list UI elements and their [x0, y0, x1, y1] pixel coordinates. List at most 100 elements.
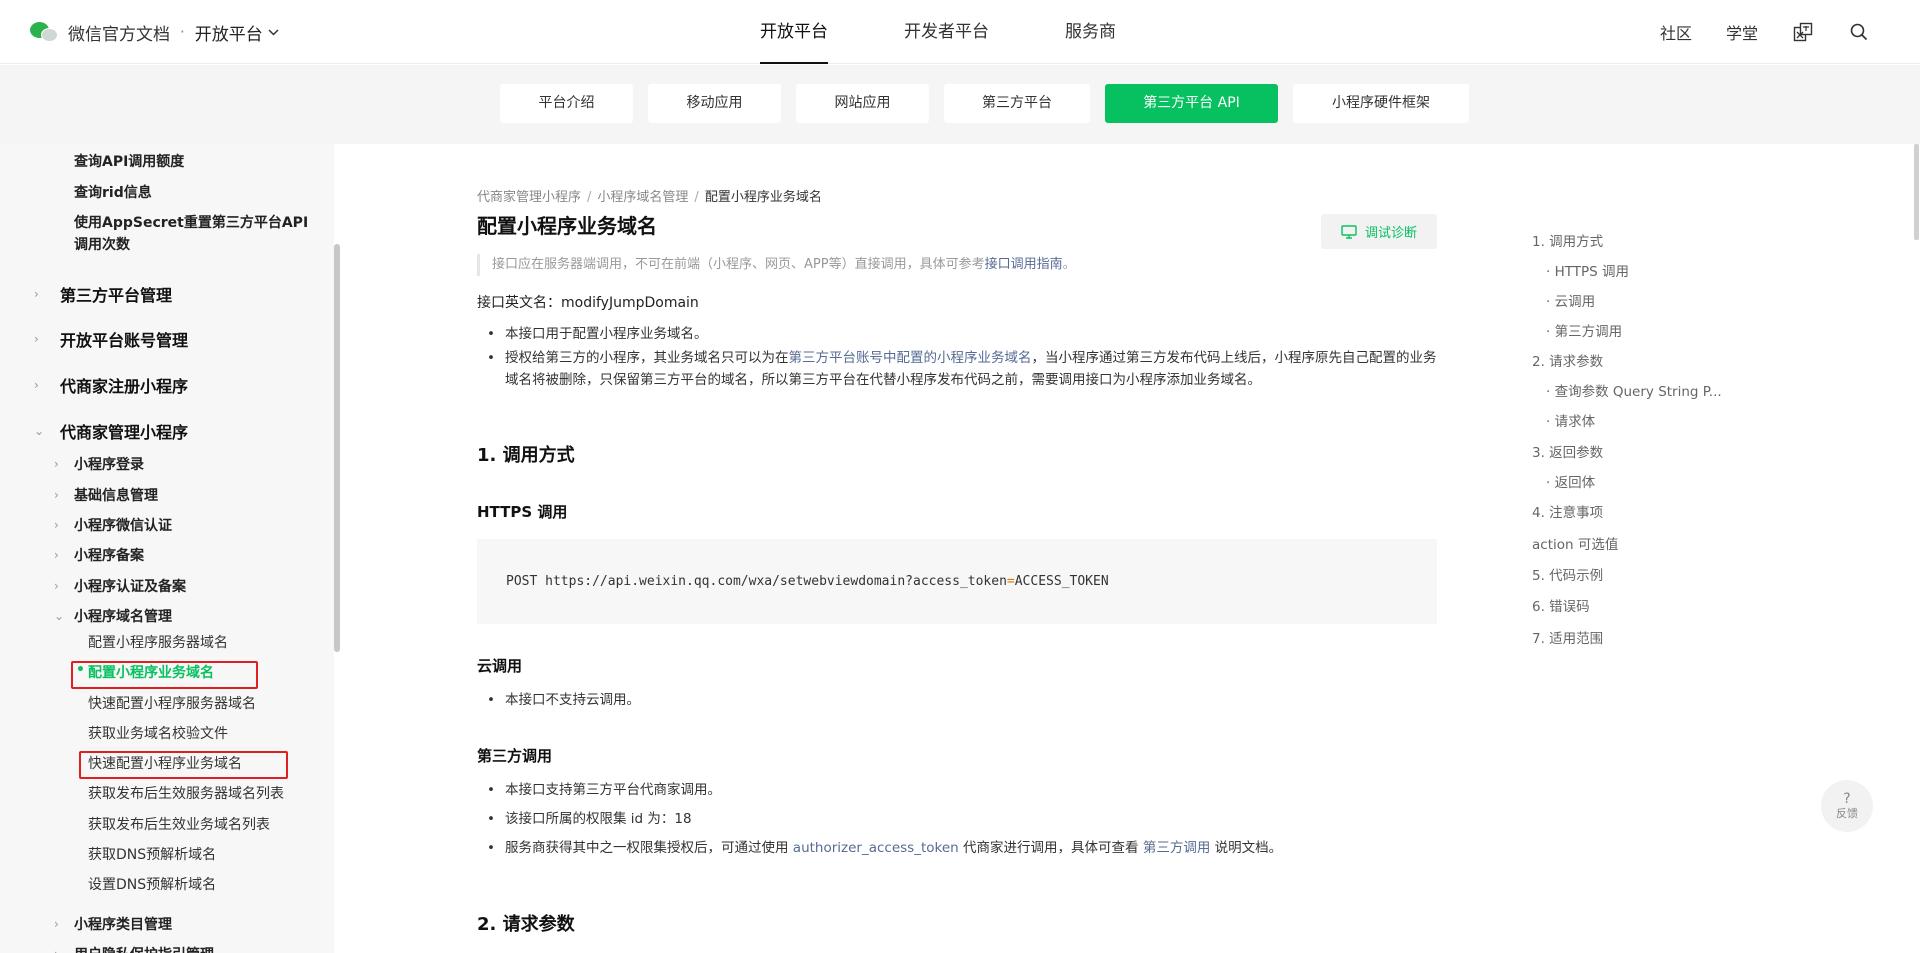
page-title: 配置小程序业务域名 [477, 214, 657, 238]
nav-open-platform[interactable]: 开放平台 [760, 0, 828, 64]
sidebar-section-manage-miniprogram[interactable]: ⌄ 代商家管理小程序 [34, 419, 188, 443]
toc-item[interactable]: 6. 错误码 [1532, 595, 1590, 615]
chevron-right-icon: › [54, 579, 59, 593]
brand-title[interactable]: 微信官方文档 [68, 20, 170, 45]
translate-icon[interactable] [1792, 21, 1814, 43]
toc-item[interactable]: · 云调用 [1546, 290, 1595, 310]
sidebar-item-effective-webview-domains[interactable]: 获取发布后生效业务域名列表 [88, 814, 270, 834]
tab-miniprogram-hardware[interactable]: 小程序硬件框架 [1293, 84, 1469, 123]
breadcrumb-item[interactable]: 代商家管理小程序 [477, 190, 581, 205]
toc-item[interactable]: · 查询参数 Query String P... [1546, 380, 1722, 400]
tab-third-party-api[interactable]: 第三方平台 API [1105, 84, 1278, 123]
toc-item[interactable]: 5. 代码示例 [1532, 564, 1603, 584]
toc-item[interactable]: 2. 请求参数 [1532, 350, 1603, 370]
breadcrumb-current: 配置小程序业务域名 [704, 190, 822, 205]
sub-label: 小程序登录 [74, 457, 144, 473]
heading-cloud-call: 云调用 [477, 657, 523, 675]
sidebar-sub-domain-mgmt[interactable]: ⌄ 小程序域名管理 [54, 606, 172, 626]
list-item-text: 服务商获得其中之一权限集授权后，可通过使用 [505, 840, 789, 856]
sidebar-item-quick-config-server-domain[interactable]: 快速配置小程序服务器域名 [88, 693, 256, 713]
toc-item[interactable]: action 可选值 [1532, 533, 1618, 553]
sidebar-sub-cert-filing[interactable]: › 小程序认证及备案 [54, 576, 186, 596]
notice-end: 。 [1062, 257, 1076, 272]
nav-developer-platform[interactable]: 开发者平台 [904, 0, 989, 64]
toc-item[interactable]: 1. 调用方式 [1532, 230, 1603, 250]
top-navbar: 微信官方文档 · 开放平台 开放平台 开发者平台 服务商 社区 学堂 [0, 0, 1920, 64]
brand[interactable]: 微信官方文档 · 开放平台 [30, 18, 279, 46]
third-party-call-link[interactable]: 第三方调用 [1143, 840, 1211, 856]
chevron-down-icon: ⌄ [54, 609, 65, 623]
list-item: 本接口支持第三方平台代商家调用。 [477, 779, 1437, 801]
sidebar-sub-login[interactable]: › 小程序登录 [54, 454, 144, 474]
sidebar-sub-wechat-cert[interactable]: › 小程序微信认证 [54, 515, 172, 535]
toc-item[interactable]: 4. 注意事项 [1532, 501, 1603, 521]
chevron-down-icon: ⌄ [34, 424, 45, 438]
toc-item[interactable]: 7. 适用范围 [1532, 627, 1603, 647]
breadcrumb-separator: / [694, 190, 699, 205]
tab-mobile-app[interactable]: 移动应用 [648, 84, 781, 123]
sidebar-item-query-rid[interactable]: 查询rid信息 [74, 182, 152, 204]
chevron-right-icon: › [54, 518, 59, 532]
left-sidebar: 查询API调用额度 查询rid信息 使用AppSecret重置第三方平台API … [0, 144, 334, 953]
tab-website-app[interactable]: 网站应用 [796, 84, 929, 123]
page-scrollbar[interactable] [1914, 144, 1919, 240]
authorizer-token-link[interactable]: authorizer_access_token [793, 840, 959, 856]
brand-separator: · [180, 23, 185, 41]
sidebar-item-config-server-domain[interactable]: 配置小程序服务器域名 [88, 632, 228, 652]
question-icon: ? [1843, 791, 1851, 807]
sub-label: 小程序类目管理 [74, 917, 172, 933]
sidebar-section-register-miniprogram[interactable]: › 代商家注册小程序 [34, 373, 188, 397]
third-party-domain-link[interactable]: 第三方平台账号中配置的小程序业务域名 [789, 350, 1032, 366]
toc-item[interactable]: · 第三方调用 [1546, 320, 1622, 340]
platform-switcher[interactable]: 开放平台 [195, 20, 279, 45]
sub-label: 小程序微信认证 [74, 518, 172, 534]
sidebar-sub-filing[interactable]: › 小程序备案 [54, 545, 144, 565]
sidebar-sub-basic-info[interactable]: › 基础信息管理 [54, 485, 158, 505]
sidebar-item-reset-api-quota-line2[interactable]: 调用次数 [74, 234, 130, 256]
nav-service-provider[interactable]: 服务商 [1065, 0, 1116, 64]
notice-text: 接口应在服务器端调用，不可在前端（小程序、网页、APP等）直接调用，具体可参考 [492, 257, 985, 272]
search-icon[interactable] [1848, 21, 1870, 43]
feedback-button[interactable]: ? 反馈 [1821, 780, 1873, 832]
nav-academy[interactable]: 学堂 [1726, 20, 1758, 44]
debug-button-label: 调试诊断 [1364, 226, 1417, 241]
list-item: 授权给第三方的小程序，其业务域名只可以为在第三方平台账号中配置的小程序业务域名，… [477, 347, 1437, 391]
nav-community[interactable]: 社区 [1660, 20, 1692, 44]
sidebar-section-open-account[interactable]: › 开放平台账号管理 [34, 327, 188, 351]
sidebar-section-third-party-mgmt[interactable]: › 第三方平台管理 [34, 282, 172, 306]
platform-label: 开放平台 [194, 24, 263, 45]
sidebar-item-reset-api-quota[interactable]: 使用AppSecret重置第三方平台API [74, 212, 308, 234]
sidebar-item-effective-server-domains[interactable]: 获取发布后生效服务器域名列表 [88, 783, 284, 803]
sub-navbar: 平台介绍 移动应用 网站应用 第三方平台 第三方平台 API 小程序硬件框架 [0, 65, 1920, 144]
breadcrumb-item[interactable]: 小程序域名管理 [597, 190, 688, 205]
notice-link[interactable]: 接口调用指南 [985, 257, 1063, 272]
sidebar-item-set-dns-prefetch[interactable]: 设置DNS预解析域名 [88, 874, 216, 894]
sidebar-item-get-dns-prefetch[interactable]: 获取DNS预解析域名 [88, 844, 216, 864]
list-item: 本接口用于配置小程序业务域名。 [477, 323, 1437, 345]
tab-platform-intro[interactable]: 平台介绍 [500, 84, 633, 123]
breadcrumb-separator: / [587, 190, 592, 205]
list-item: 本接口不支持云调用。 [477, 689, 1437, 711]
third-party-list: 本接口支持第三方平台代商家调用。 该接口所属的权限集 id 为：18 服务商获得… [477, 779, 1437, 861]
debug-diagnose-button[interactable]: 调试诊断 [1321, 214, 1437, 249]
sidebar-sub-category-mgmt[interactable]: › 小程序类目管理 [54, 914, 172, 934]
sidebar-item-query-api-quota[interactable]: 查询API调用额度 [74, 151, 184, 173]
toc-item[interactable]: 3. 返回参数 [1532, 441, 1603, 461]
toc-item[interactable]: · 返回体 [1546, 471, 1595, 491]
sidebar-scrollbar[interactable] [334, 244, 340, 652]
list-item-text: 该接口所属的权限集 id 为：18 [505, 811, 692, 827]
chevron-right-icon: › [34, 378, 39, 392]
code-text: ACCESS_TOKEN [1014, 574, 1109, 589]
tab-third-party-platform[interactable]: 第三方平台 [944, 84, 1090, 123]
sub-label: 小程序备案 [74, 548, 144, 564]
cloud-list: 本接口不支持云调用。 [477, 689, 1437, 713]
toc-item[interactable]: · HTTPS 调用 [1546, 260, 1629, 280]
sub-label: 小程序域名管理 [74, 609, 172, 625]
toc-item[interactable]: · 请求体 [1546, 410, 1595, 430]
list-item: 服务商获得其中之一权限集授权后，可通过使用 authorizer_access_… [477, 837, 1437, 859]
main-nav: 开放平台 开发者平台 服务商 [760, 0, 1192, 64]
sidebar-item-get-domain-verify-file[interactable]: 获取业务域名校验文件 [88, 723, 228, 743]
section-label: 开放平台账号管理 [60, 331, 189, 350]
sidebar-sub-privacy-guide[interactable]: ›用户隐私保护指引管理 [54, 944, 214, 953]
heading-request-params: 2. 请求参数 [477, 914, 575, 935]
